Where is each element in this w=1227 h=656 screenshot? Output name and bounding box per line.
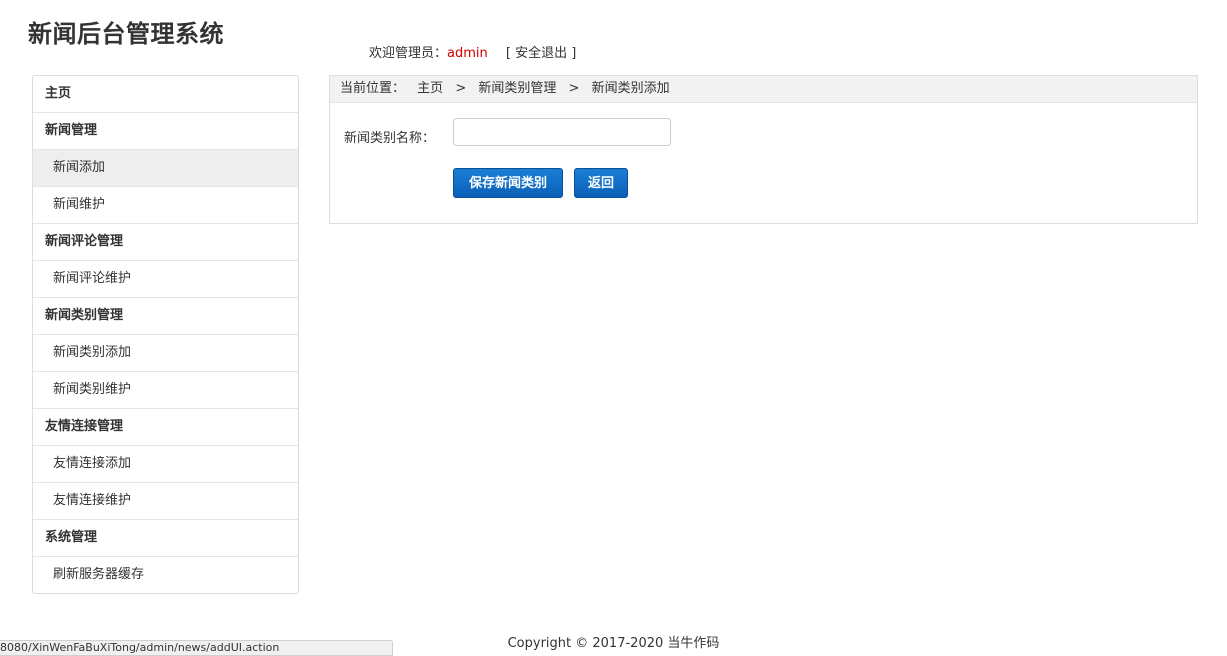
sidebar-group-comments[interactable]: 新闻评论管理 [33, 223, 298, 260]
sidebar-group-system[interactable]: 系统管理 [33, 519, 298, 556]
logout-link[interactable]: [ 安全退出 ] [506, 46, 576, 61]
sidebar-item-refresh-cache[interactable]: 刷新服务器缓存 [33, 556, 298, 593]
sidebar-nav: 主页 新闻管理 新闻添加 新闻维护 新闻评论管理 新闻评论维护 新闻类别管理 新… [32, 75, 299, 594]
sidebar-item-link-maintain[interactable]: 友情连接维护 [33, 482, 298, 519]
sidebar-item-category-maintain[interactable]: 新闻类别维护 [33, 371, 298, 408]
sidebar-item-news-maintain[interactable]: 新闻维护 [33, 186, 298, 223]
sidebar-item-news-add[interactable]: 新闻添加 [33, 149, 298, 186]
copyright-text: Copyright © 2017-2020 当牛作码 [507, 636, 720, 651]
status-bar-url: 8080/XinWenFaBuXiTong/admin/news/addUI.a… [0, 640, 393, 656]
save-category-button[interactable]: 保存新闻类别 [453, 168, 563, 198]
breadcrumb-category-manage[interactable]: 新闻类别管理 [478, 81, 556, 96]
breadcrumb: 当前位置： 主页 > 新闻类别管理 > 新闻类别添加 [330, 76, 1197, 103]
sidebar-item-link-add[interactable]: 友情连接添加 [33, 445, 298, 482]
breadcrumb-prefix: 当前位置： [340, 81, 406, 96]
category-name-label: 新闻类别名称： [344, 131, 436, 146]
content-panel: 当前位置： 主页 > 新闻类别管理 > 新闻类别添加 新闻类别名称： 保存新闻类… [329, 75, 1198, 224]
breadcrumb-separator: > [455, 81, 467, 96]
breadcrumb-current: 新闻类别添加 [591, 81, 670, 96]
sidebar-group-news[interactable]: 新闻管理 [33, 112, 298, 149]
welcome-bar: 欢迎管理员：admin [ 安全退出 ] [369, 42, 576, 61]
welcome-label: 欢迎管理员： [369, 46, 448, 61]
sidebar-group-categories[interactable]: 新闻类别管理 [33, 297, 298, 334]
breadcrumb-home[interactable]: 主页 [417, 81, 443, 96]
back-button[interactable]: 返回 [574, 168, 628, 198]
sidebar-item-comments-maintain[interactable]: 新闻评论维护 [33, 260, 298, 297]
sidebar-group-links[interactable]: 友情连接管理 [33, 408, 298, 445]
sidebar-item-home[interactable]: 主页 [33, 76, 298, 112]
sidebar-item-category-add[interactable]: 新闻类别添加 [33, 334, 298, 371]
username: admin [447, 46, 488, 61]
breadcrumb-separator: > [568, 81, 580, 96]
site-title: 新闻后台管理系统 [28, 20, 224, 48]
category-name-input[interactable] [453, 118, 671, 146]
